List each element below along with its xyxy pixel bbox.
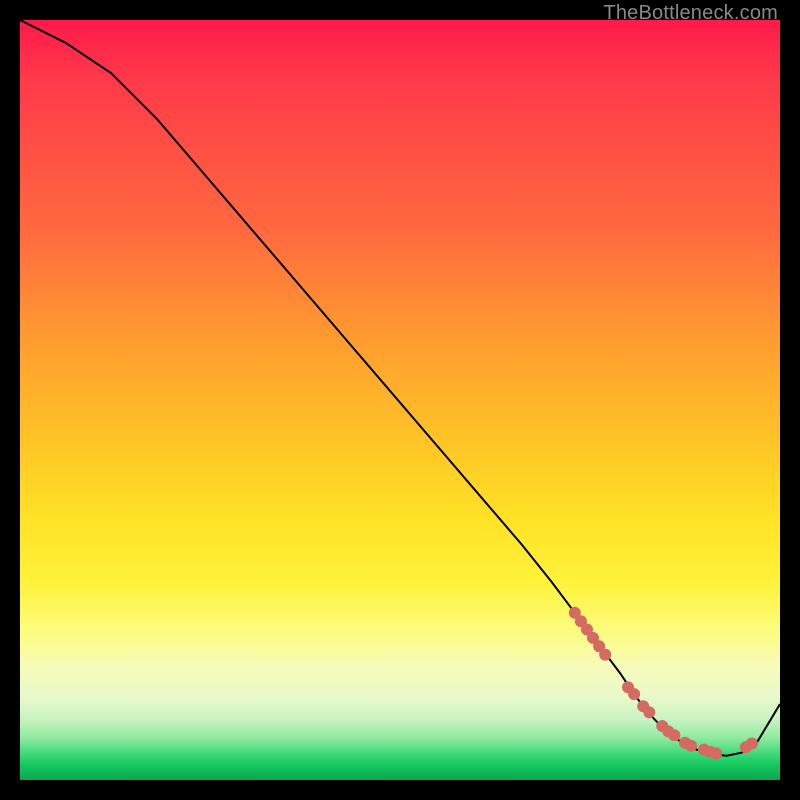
highlight-dot: [643, 706, 655, 718]
optimal-range-dots: [569, 607, 758, 760]
highlight-dot: [599, 649, 611, 661]
highlight-dot: [710, 747, 722, 759]
highlight-dot: [668, 729, 680, 741]
highlight-dot: [746, 738, 758, 750]
chart-frame: TheBottleneck.com: [0, 0, 800, 800]
highlight-dot: [685, 740, 697, 752]
bottleneck-curve: [20, 20, 780, 756]
curve-layer: [20, 20, 780, 780]
highlight-dot: [628, 688, 640, 700]
plot-area: [20, 20, 780, 780]
